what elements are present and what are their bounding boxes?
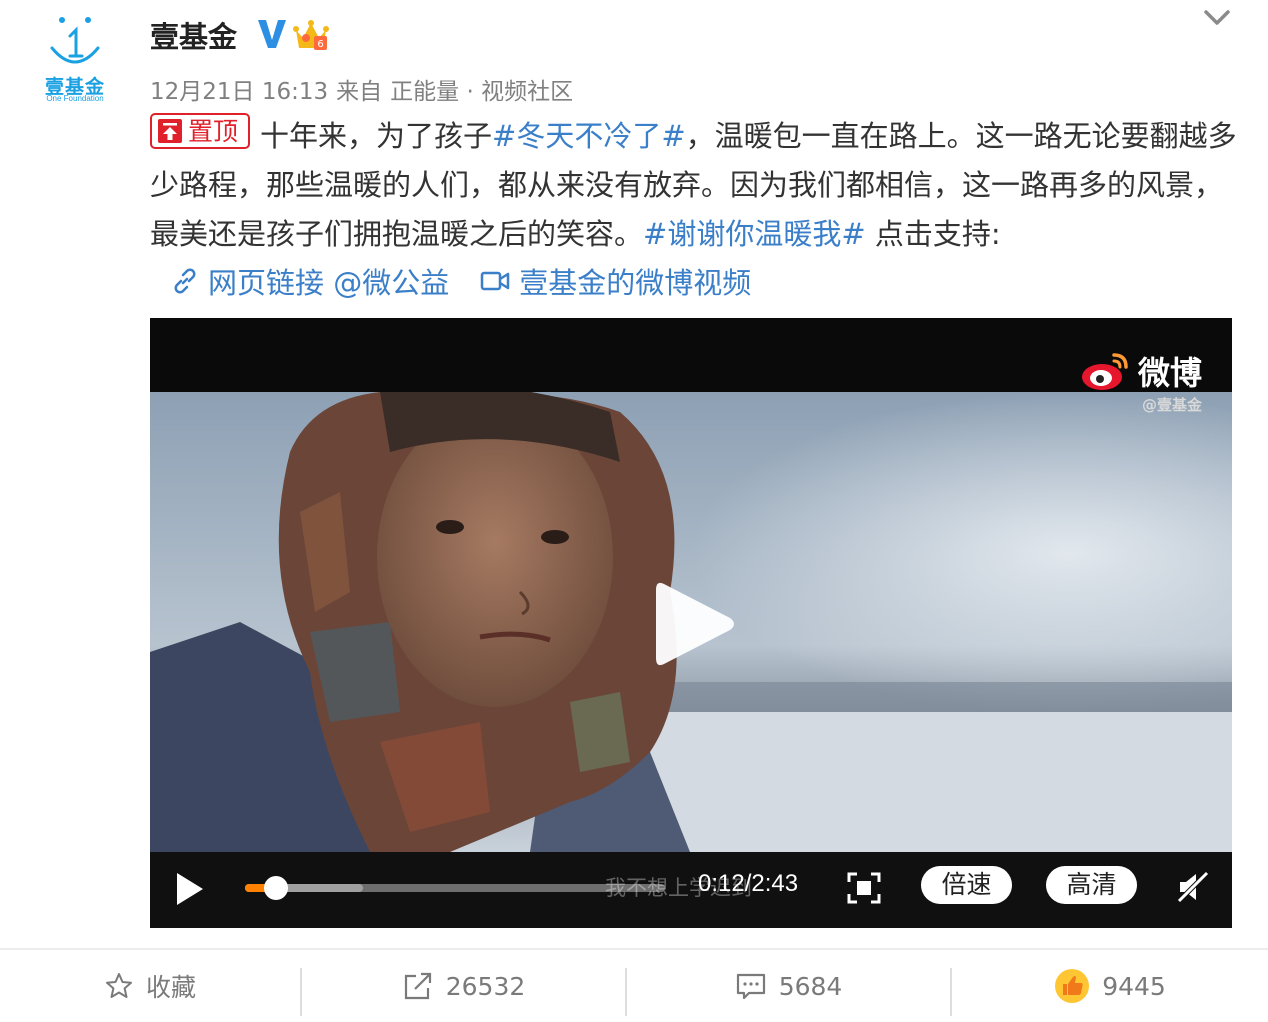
big-play-icon[interactable] [650, 574, 740, 674]
watermark-text: 微博 [1137, 354, 1202, 392]
progress-knob[interactable] [264, 876, 288, 900]
repost-icon [404, 972, 431, 1000]
logo-subtext: One Foundation [46, 94, 104, 103]
link-icon [174, 268, 196, 294]
time-display: 0:12/2:43 [698, 870, 799, 897]
avatar[interactable]: 壹基金 One Foundation [38, 14, 112, 104]
video-link-label: 壹基金的微博视频 [519, 266, 752, 300]
favorite-label: 收藏 [145, 973, 196, 1002]
account-name[interactable]: 壹基金 [150, 14, 237, 56]
like-button[interactable]: 9445 [952, 950, 1268, 1022]
post-meta: 12月21日 16:13 来自 正能量 · 视频社区 [150, 72, 581, 106]
link-row: 网页链接 @微公益 壹基金的微博视频 [170, 260, 751, 302]
web-link-label: 网页链接 @微公益 [208, 266, 450, 300]
watermark-handle: @壹基金 [1141, 396, 1202, 414]
post-text: 置顶 十年来，为了孩子#冬天不冷了#，温暖包一直在路上。这一路无论要翻越多少路程，… [150, 112, 1240, 259]
action-bar: 收藏 26532 5684 9445 [0, 950, 1268, 1022]
pinned-label: 置顶 [188, 116, 239, 146]
progress-bar[interactable] [245, 876, 665, 900]
comment-icon [736, 973, 765, 1000]
topic-link-2[interactable]: #谢谢你温暖我# [643, 217, 866, 251]
post-date[interactable]: 12月21日 16:13 [150, 79, 328, 105]
post-text-part-3: 点击支持: [865, 217, 1001, 251]
quality-button[interactable]: 高清 [1046, 866, 1137, 904]
favorite-button[interactable]: 收藏 [0, 950, 300, 1022]
star-icon [105, 973, 132, 998]
weibo-logo-icon [1081, 353, 1128, 390]
thumbs-up-icon [1055, 969, 1090, 1003]
pin-top-icon [158, 119, 182, 143]
web-link[interactable]: 网页链接 @微公益 [170, 260, 449, 302]
chevron-down-icon[interactable] [1200, 6, 1234, 30]
one-foundation-logo-icon [50, 17, 100, 64]
post-source[interactable]: 正能量 · 视频社区 [390, 79, 573, 105]
video-camera-icon [480, 271, 510, 291]
speed-button[interactable]: 倍速 [921, 866, 1012, 904]
play-icon[interactable] [174, 870, 206, 908]
repost-count: 26532 [445, 971, 526, 1001]
source-prefix: 来自 [336, 79, 383, 105]
weibo-watermark: 微博 [1080, 348, 1202, 394]
comment-count: 5684 [778, 971, 843, 1001]
video-link[interactable]: 壹基金的微博视频 [479, 260, 751, 302]
verified-v-icon[interactable] [256, 16, 288, 52]
like-count: 9445 [1102, 971, 1166, 1001]
comment-button[interactable]: 5684 [627, 950, 950, 1022]
topic-link-1[interactable]: #冬天不冷了# [492, 119, 686, 153]
video-controls: 我不想上学迟到 0:12/2:43 倍速 高清 [150, 852, 1232, 928]
fullscreen-icon[interactable] [847, 872, 881, 904]
mute-icon[interactable] [1176, 870, 1210, 904]
repost-button[interactable]: 26532 [302, 950, 625, 1022]
post-text-part-1: 十年来，为了孩子 [260, 119, 493, 153]
svg-text:6: 6 [317, 39, 323, 50]
video-player[interactable]: 微博 @壹基金 我不想上学迟到 0:12/2:43 倍速 高清 [150, 318, 1232, 928]
pinned-badge: 置顶 [150, 113, 251, 149]
crown-icon[interactable]: 6 [293, 18, 329, 52]
